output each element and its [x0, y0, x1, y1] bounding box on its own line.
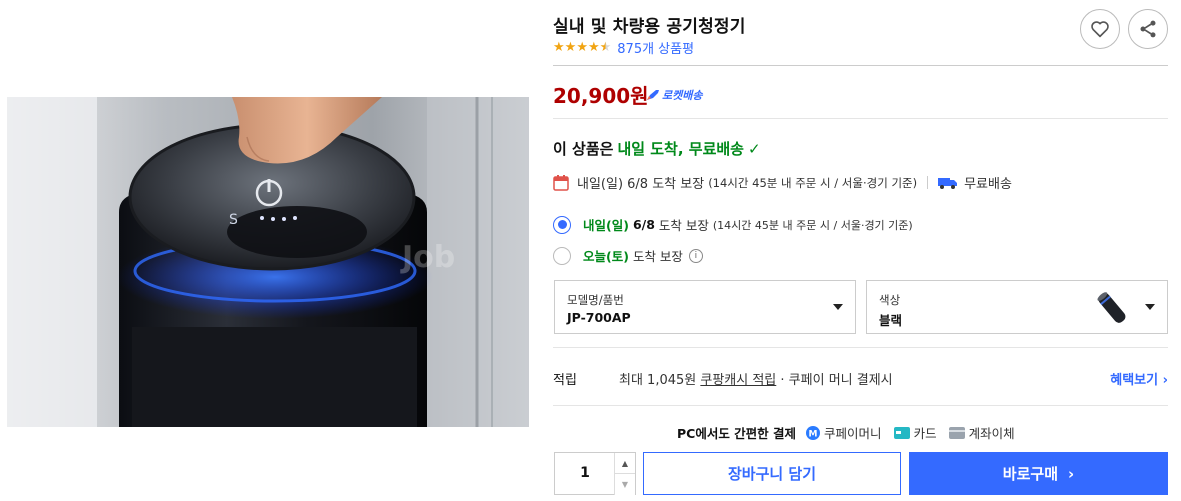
option-day: 내일(일): [583, 218, 629, 233]
delivery-headline: 이 상품은 내일 도착, 무료배송 ✓: [553, 138, 761, 159]
star-icon: ★: [576, 40, 588, 55]
bank-transfer-icon: [948, 426, 965, 439]
buy-now-label: 바로구매: [1002, 465, 1058, 483]
coupang-cash-link[interactable]: 쿠팡캐시 적립: [700, 373, 776, 388]
delivery-headline-emphasis: 내일 도착, 무료배송: [617, 140, 744, 158]
star-icon: ★: [564, 40, 577, 55]
color-select-label: 색상: [879, 293, 901, 307]
share-icon: [1140, 20, 1156, 38]
divider: [553, 405, 1168, 406]
benefit-link[interactable]: 혜택보기 ›: [1110, 369, 1168, 388]
option-day: 오늘(토): [583, 249, 629, 264]
wishlist-button[interactable]: [1080, 9, 1120, 49]
info-icon[interactable]: i: [688, 248, 703, 263]
payment-title: PC에서도 간편한 결제: [677, 426, 797, 441]
caret-down-icon: [1145, 304, 1155, 310]
delivery-headline-prefix: 이 상품은: [553, 140, 614, 158]
color-thumbnail: [1097, 292, 1126, 323]
caret-down-icon: [833, 304, 843, 310]
divider: [553, 65, 1168, 66]
chevron-right-icon: ›: [1068, 464, 1075, 483]
model-select[interactable]: 모델명/품번 JP-700AP: [554, 280, 856, 334]
rocket-delivery-badge: 로켓배송: [646, 87, 702, 103]
image-watermark: Job: [400, 240, 455, 275]
chevron-down-icon: ▼: [621, 480, 629, 489]
points-suffix: · 쿠페이 머니 결제시: [780, 373, 893, 388]
add-to-cart-label: 장바구니 담기: [727, 465, 817, 483]
payment-methods: PC에서도 간편한 결제 M 쿠페이머니 카드 계좌이체: [677, 423, 1027, 442]
model-select-label: 모델명/품번: [567, 293, 624, 307]
add-to-cart-button[interactable]: 장바구니 담기: [643, 452, 901, 495]
option-date: 6/8: [632, 217, 655, 232]
benefit-link-label: 혜택보기: [1110, 373, 1159, 388]
card-icon: [893, 426, 910, 439]
option-label: 도착 보장: [632, 249, 683, 264]
payment-transfer-label: 계좌이체: [968, 426, 1015, 441]
arrival-main: 내일(일) 6/8 도착 보장: [577, 177, 705, 192]
quantity-input[interactable]: 1: [555, 453, 615, 494]
buy-now-button[interactable]: 바로구매 ›: [909, 452, 1168, 495]
chevron-up-icon: ▲: [621, 458, 629, 468]
delivery-option-tomorrow[interactable]: 내일(일) 6/8 도착 보장 (14시간 45분 내 주문 시 / 서울·경기…: [553, 215, 913, 234]
separator: [927, 176, 929, 189]
rocket-icon: [647, 90, 659, 100]
half-star-icon: ★: [599, 40, 612, 55]
quantity-decrease-button[interactable]: ▼: [614, 474, 635, 495]
payment-card-label: 카드: [913, 426, 937, 441]
divider: [553, 118, 1168, 119]
star-icon: ★: [587, 40, 600, 55]
calendar-icon: [553, 175, 569, 191]
product-image: S Job: [7, 97, 529, 427]
color-select[interactable]: 색상 블랙: [866, 280, 1168, 334]
option-detail: (14시간 45분 내 주문 시 / 서울·경기 기준): [712, 218, 913, 232]
rocket-label: 로켓배송: [662, 89, 703, 102]
svg-text:M: M: [809, 429, 818, 439]
arrival-detail: (14시간 45분 내 주문 시 / 서울·경기 기준): [708, 175, 918, 190]
chevron-right-icon: ›: [1162, 373, 1168, 388]
option-label: 도착 보장: [658, 218, 709, 233]
payment-card: 카드: [893, 423, 937, 442]
quantity-increase-button[interactable]: ▲: [614, 453, 635, 474]
radio-unselected[interactable]: [553, 246, 571, 265]
heart-icon: [1091, 21, 1109, 38]
model-select-value: JP-700AP: [567, 310, 631, 325]
coupay-icon: M: [806, 425, 821, 440]
share-button[interactable]: [1128, 9, 1168, 49]
star-rating: ★ ★ ★ ★ ★: [553, 41, 611, 54]
points-amount: 최대 1,045원: [619, 373, 697, 388]
truck-icon: [938, 177, 958, 189]
payment-coupay: M 쿠페이머니: [806, 423, 882, 442]
star-icon: ★: [553, 40, 565, 55]
points-label: 적립: [553, 373, 577, 388]
divider: [553, 347, 1168, 348]
free-shipping: 무료배송: [964, 177, 1012, 192]
radio-selected[interactable]: [553, 215, 571, 234]
rating-row[interactable]: ★ ★ ★ ★ ★ 875개 상품평: [553, 38, 694, 57]
payment-coupay-label: 쿠페이머니: [824, 426, 882, 441]
product-title: 실내 및 차량용 공기청정기: [553, 17, 746, 37]
payment-transfer: 계좌이체: [948, 423, 1015, 442]
delivery-info-row: 내일(일) 6/8 도착 보장 (14시간 45분 내 주문 시 / 서울·경기…: [553, 173, 1012, 192]
price: 20,900원: [553, 84, 649, 108]
color-select-value: 블랙: [879, 313, 903, 328]
delivery-option-today[interactable]: 오늘(토) 도착 보장 i: [553, 246, 703, 265]
review-count-link[interactable]: 875개 상품평: [617, 38, 694, 57]
quantity-stepper[interactable]: 1 ▲ ▼: [554, 452, 636, 495]
svg-text:S: S: [229, 212, 238, 228]
check-icon: ✓: [747, 139, 761, 158]
points-text: 최대 1,045원 쿠팡캐시 적립 · 쿠페이 머니 결제시: [619, 369, 893, 388]
